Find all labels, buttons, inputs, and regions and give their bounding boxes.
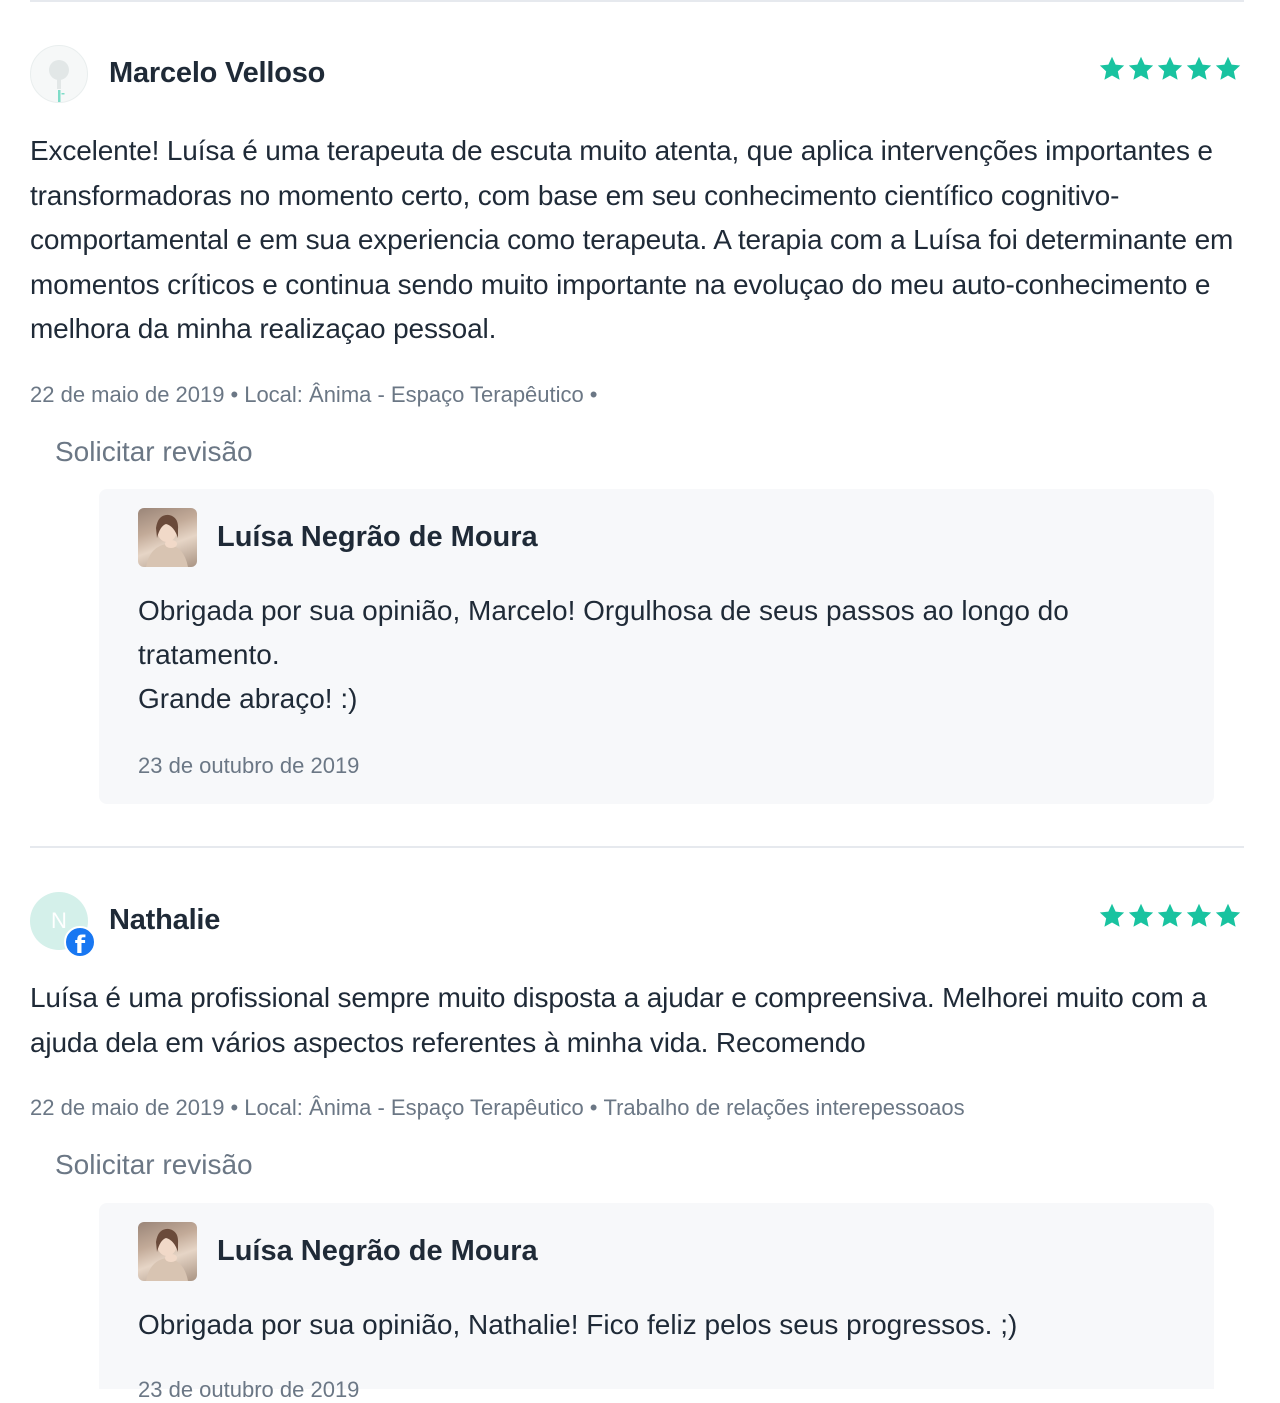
review-text: Luísa é uma profissional sempre muito di… (30, 982, 1207, 1058)
star-icon (1128, 903, 1154, 927)
review-location: Local: Ânima - Espaço Terapêutico (244, 1095, 584, 1120)
initial-avatar: N f (30, 892, 96, 958)
star-icon (1215, 903, 1241, 927)
top-divider (30, 0, 1244, 2)
reply-date: 23 de outubro de 2019 (138, 753, 360, 778)
reviewer-name: Nathalie (109, 904, 221, 936)
reply-date: 23 de outubro de 2019 (138, 1377, 360, 1402)
star-icon (1186, 903, 1212, 927)
request-review-link[interactable]: Solicitar revisão (55, 436, 253, 468)
star-icon (1099, 903, 1125, 927)
facebook-icon: f (64, 926, 96, 958)
review-meta: 22 de maio de 2019 • Local: Ânima - Espaço… (30, 381, 598, 407)
review-service: Trabalho de relações interepessoaos (603, 1095, 965, 1120)
star-icon (1186, 56, 1212, 80)
review-date: 22 de maio de 2019 (30, 1095, 225, 1120)
review-card: N f Nathalie Luísa é uma profissional se… (30, 892, 1244, 1181)
star-icon (1128, 56, 1154, 80)
reply-text: Obrigada por sua opinião, Marcelo! Orgul… (138, 589, 1178, 721)
review-header: N f Nathalie (30, 892, 1244, 958)
request-review-link[interactable]: Solicitar revisão (55, 1149, 253, 1181)
review-location: Local: Ânima - Espaço Terapêutico (244, 381, 584, 407)
star-rating (1098, 55, 1242, 83)
professional-reply: Luísa Negrão de Moura Obrigada por sua o… (99, 1203, 1214, 1402)
reply-line: Obrigada por sua opinião, Marcelo! Orgul… (138, 595, 1069, 670)
review-text: Excelente! Luísa é uma terapeuta de escu… (30, 135, 1234, 344)
professional-avatar (138, 1222, 197, 1281)
review-date: 22 de maio de 2019 (30, 381, 225, 407)
professional-avatar (138, 508, 197, 567)
star-icon (1215, 56, 1241, 80)
star-rating (1098, 902, 1242, 930)
lightbulb-avatar-icon (30, 45, 88, 103)
reply-author: Luísa Negrão de Moura (217, 1235, 538, 1267)
reply-text: Obrigada por sua opinião, Nathalie! Fico… (138, 1303, 1178, 1347)
professional-reply: Luísa Negrão de Moura Obrigada por sua o… (99, 489, 1214, 804)
reviewer-name: Marcelo Velloso (109, 57, 326, 89)
reply-author: Luísa Negrão de Moura (217, 521, 538, 553)
reply-line: Obrigada por sua opinião, Nathalie! Fico… (138, 1309, 1018, 1340)
review-header: Marcelo Velloso (30, 45, 1244, 105)
review-meta: 22 de maio de 2019 • Local: Ânima - Espaço… (30, 1095, 965, 1120)
reply-line: Grande abraço! :) (138, 683, 358, 714)
review-card: Marcelo Velloso Excelente! Luísa é uma t… (30, 45, 1244, 468)
star-icon (1157, 56, 1183, 80)
star-icon (1099, 56, 1125, 80)
review-divider (30, 846, 1244, 848)
star-icon (1157, 903, 1183, 927)
